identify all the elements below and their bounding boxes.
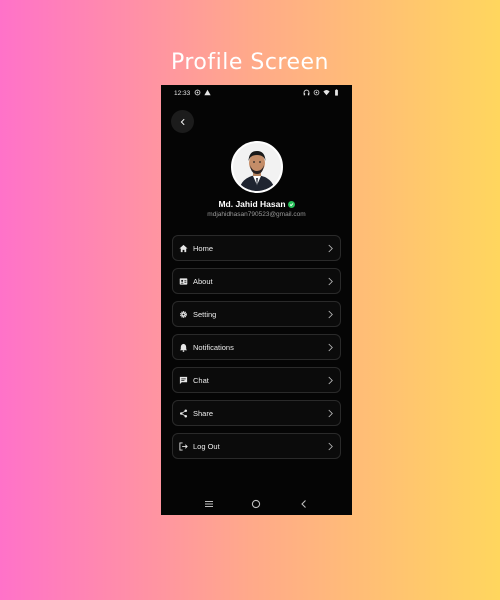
chevron-right-icon <box>328 343 333 351</box>
menu-item-setting[interactable]: Setting <box>172 301 341 327</box>
wifi-icon <box>323 90 330 96</box>
logout-icon <box>179 441 188 451</box>
nav-back-button[interactable] <box>299 499 309 509</box>
nav-home-button[interactable] <box>251 499 261 509</box>
hotspot-icon <box>313 89 320 96</box>
menu-item-label: Chat <box>193 375 209 385</box>
avatar <box>231 141 283 193</box>
phone-screen: 12:33 Md. Jahid Hasan mdjahidhasan790523… <box>161 85 352 515</box>
chevron-right-icon <box>328 310 333 318</box>
chevron-left-icon <box>180 118 185 125</box>
menu-item-label: Log Out <box>193 441 220 451</box>
verified-badge-icon <box>287 200 295 208</box>
user-email: mdjahidhasan790523@gmail.com <box>207 211 306 218</box>
back-button[interactable] <box>171 110 194 133</box>
chevron-right-icon <box>328 442 333 450</box>
chevron-right-icon <box>328 376 333 384</box>
status-time: 12:33 <box>174 90 191 97</box>
headphones-icon <box>303 89 310 96</box>
home-circle-icon <box>252 499 261 509</box>
chevron-right-icon <box>328 244 333 252</box>
recent-apps-icon <box>204 501 213 507</box>
menu-item-label: Home <box>193 243 214 253</box>
chat-icon <box>179 376 188 385</box>
system-nav-bar <box>161 493 352 515</box>
profile-photo <box>233 143 281 191</box>
chevron-right-icon <box>328 277 333 285</box>
battery-icon <box>335 89 338 96</box>
menu-item-share[interactable]: Share <box>172 400 341 426</box>
screen-record-icon <box>194 89 201 96</box>
menu-item-label: Notifications <box>193 342 234 352</box>
home-icon <box>179 244 188 253</box>
profile-menu: Home About Setting Notifications Chat Sh… <box>172 235 341 466</box>
contact-card-icon <box>179 277 188 286</box>
menu-item-notifications[interactable]: Notifications <box>172 334 341 360</box>
user-name-text: Md. Jahid Hasan <box>218 199 286 209</box>
gear-icon <box>179 310 188 319</box>
menu-item-home[interactable]: Home <box>172 235 341 261</box>
menu-item-label: Setting <box>193 309 217 319</box>
menu-item-about[interactable]: About <box>172 268 341 294</box>
status-bar: 12:33 <box>161 85 352 101</box>
menu-item-chat[interactable]: Chat <box>172 367 341 393</box>
user-name: Md. Jahid Hasan <box>161 199 352 209</box>
recent-apps-button[interactable] <box>204 499 214 509</box>
share-icon <box>179 409 188 418</box>
warning-icon <box>204 89 211 96</box>
bell-icon <box>179 343 188 352</box>
menu-item-label: About <box>193 276 213 286</box>
menu-item-logout[interactable]: Log Out <box>172 433 341 459</box>
menu-item-label: Share <box>193 408 214 418</box>
page-title: Profile Screen <box>170 50 330 75</box>
back-icon <box>301 500 307 508</box>
chevron-right-icon <box>328 409 333 417</box>
